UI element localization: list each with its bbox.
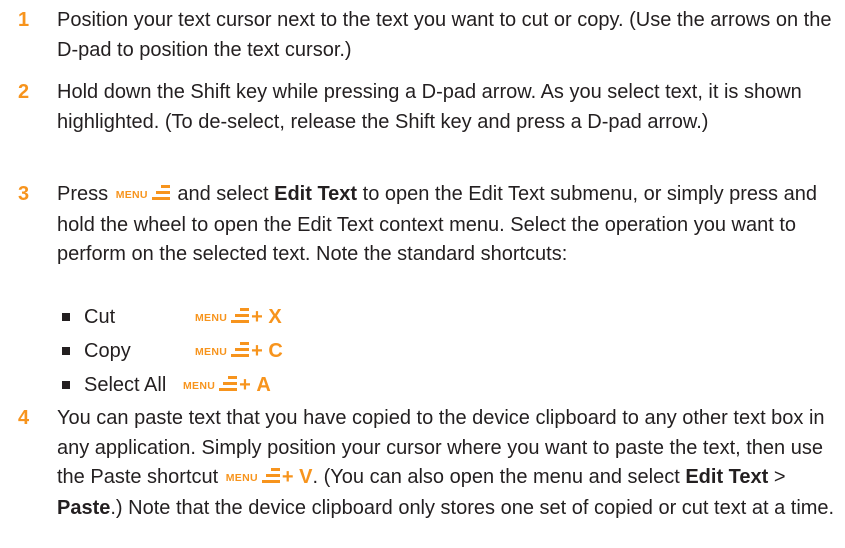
shortcut-select-all: Select All MENU + A [57, 370, 757, 400]
step-text: Hold down the Shift key while pressing a… [57, 81, 802, 133]
plus-sign: + [239, 374, 251, 396]
shortcut-key: C [268, 340, 283, 362]
text-segment: Press [57, 183, 109, 205]
menu-key-label: MENU [115, 189, 148, 201]
step-number: 2 [18, 81, 30, 103]
bullet-icon [62, 381, 70, 389]
shortcut-key: A [256, 374, 271, 396]
shortcut-combo: MENU + C [193, 336, 283, 367]
shortcut-cut: Cut MENU + X [57, 302, 757, 332]
bold-edit-text: Edit Text [274, 183, 358, 205]
shortcut-key: X [268, 306, 282, 328]
text-segment: and select [177, 183, 269, 205]
menu-icon [151, 185, 170, 200]
shortcut-key: V [299, 466, 313, 488]
step-text: Position your text cursor next to the te… [57, 9, 832, 61]
step-number: 3 [18, 183, 30, 205]
menu-key-label: MENU [183, 380, 216, 392]
instruction-page: 1 Position your text cursor next to the … [0, 0, 845, 548]
plus-sign: + [251, 340, 263, 362]
bullet-icon [62, 313, 70, 321]
menu-key-label: MENU [195, 312, 228, 324]
menu-icon [231, 308, 250, 323]
menu-icon [231, 342, 250, 357]
text-segment: to open the Edit Text submenu, or simply… [57, 183, 817, 265]
menu-key-label: MENU [195, 346, 228, 358]
menu-separator: > [773, 466, 786, 488]
bold-edit-text: Edit Text [685, 466, 769, 488]
bullet-icon [62, 347, 70, 355]
step-text: Press MENU and select Edit Text to open … [57, 180, 842, 270]
menu-icon [261, 468, 280, 483]
shortcut-label: Select All [84, 374, 167, 396]
shortcut-combo: MENU + X [193, 302, 282, 333]
plus-sign: + [281, 466, 294, 488]
shortcut-label: Copy [84, 340, 131, 362]
step-text: You can paste text that you have copied … [57, 404, 842, 523]
menu-icon [219, 376, 238, 391]
shortcut-label: Cut [84, 306, 116, 328]
bold-paste: Paste [57, 496, 111, 519]
menu-key-label: MENU [225, 472, 258, 484]
shortcut-copy: Copy MENU + C [57, 336, 757, 366]
shortcut-combo: MENU + A [181, 370, 271, 401]
plus-sign: + [251, 306, 263, 328]
text-segment: .) Note that the device clipboard only s… [110, 496, 835, 519]
step-number: 4 [18, 407, 30, 429]
text-segment: . (You can also open the menu and select [312, 466, 680, 488]
step-number: 1 [18, 9, 30, 31]
